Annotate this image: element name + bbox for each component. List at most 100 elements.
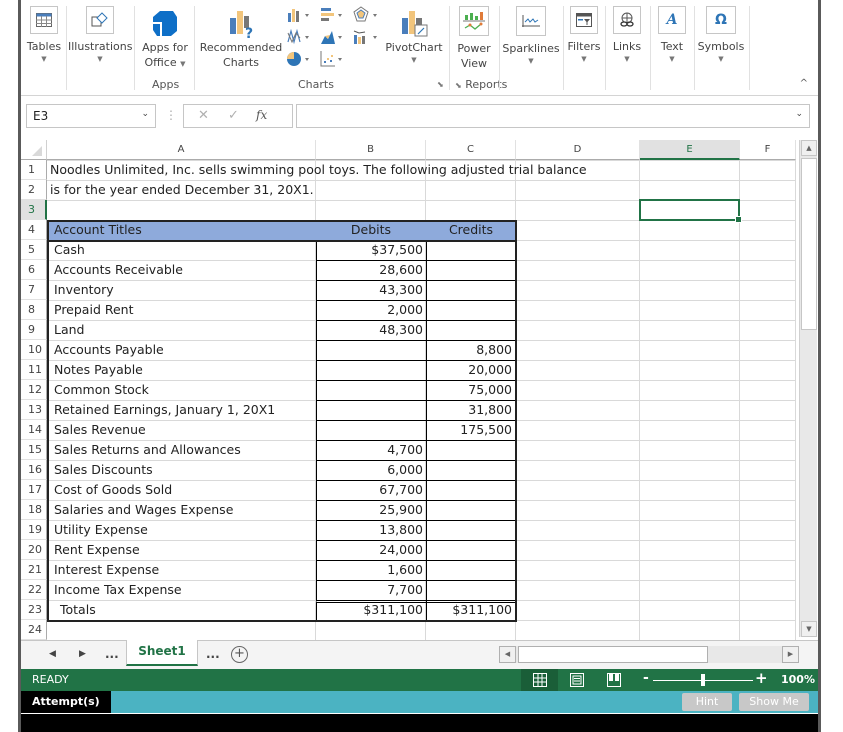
row-header-11[interactable]: 11 (21, 360, 47, 380)
recommended-charts-button[interactable]: ? Recommended Charts (199, 6, 283, 70)
enter-icon[interactable]: ✓ (228, 108, 239, 123)
expand-formula-bar-icon[interactable]: ⌄ (795, 109, 803, 119)
credit-value[interactable]: 175,500 (426, 420, 515, 440)
row-header-7[interactable]: 7 (21, 280, 47, 300)
header-account-titles[interactable]: Account Titles (51, 220, 145, 240)
dialog-launcher-icon[interactable]: ⬊ (437, 80, 444, 89)
vertical-scroll-thumb[interactable] (801, 158, 817, 330)
account-title[interactable]: Utility Expense (51, 520, 151, 540)
horizontal-scrollbar[interactable]: ◀ ▶ (499, 646, 799, 663)
more-sheets-left[interactable]: ... (105, 647, 119, 661)
debit-value[interactable]: $37,500 (316, 240, 426, 260)
page-break-view-button[interactable] (595, 669, 632, 691)
row-header-13[interactable]: 13 (21, 400, 47, 420)
links-button[interactable]: Links ▼ (610, 6, 644, 64)
row-header-9[interactable]: 9 (21, 320, 47, 340)
row-header-3[interactable]: 3 (21, 200, 47, 220)
vertical-scrollbar[interactable]: ▲ ▼ (799, 140, 817, 637)
debit-value[interactable]: 13,800 (316, 520, 426, 540)
radar-chart-button[interactable] (353, 6, 383, 28)
cancel-icon[interactable]: ✕ (198, 108, 209, 123)
sheet-tab-sheet1[interactable]: Sheet1 (126, 640, 198, 666)
row-header-18[interactable]: 18 (21, 500, 47, 520)
total-credits[interactable]: $311,100 (426, 600, 515, 620)
row-header-5[interactable]: 5 (21, 240, 47, 260)
account-title[interactable]: Retained Earnings, January 1, 20X1 (51, 400, 278, 420)
account-title[interactable]: Inventory (51, 280, 117, 300)
debit-value[interactable]: 28,600 (316, 260, 426, 280)
debit-value[interactable]: 43,300 (316, 280, 426, 300)
horizontal-scroll-thumb[interactable] (518, 646, 708, 663)
formula-input[interactable]: ⌄ (296, 104, 810, 128)
row-header-17[interactable]: 17 (21, 480, 47, 500)
row-header-4[interactable]: 4 (21, 220, 47, 240)
add-sheet-icon[interactable]: + (231, 646, 248, 663)
account-title[interactable]: Sales Revenue (51, 420, 149, 440)
header-debits[interactable]: Debits (316, 220, 426, 240)
debit-value[interactable]: 24,000 (316, 540, 426, 560)
account-title[interactable]: Land (51, 320, 87, 340)
symbols-button[interactable]: Ω Symbols ▼ (697, 6, 745, 64)
page-layout-view-button[interactable] (558, 669, 595, 691)
scroll-down-icon[interactable]: ▼ (801, 621, 817, 637)
scatter-chart-button[interactable] (320, 50, 348, 72)
debit-value[interactable]: 25,900 (316, 500, 426, 520)
intro-text-line2[interactable]: is for the year ended December 31, 20X1. (47, 180, 317, 200)
bar-chart-button[interactable] (320, 6, 348, 28)
column-chart-button[interactable] (287, 6, 315, 28)
row-header-14[interactable]: 14 (21, 420, 47, 440)
account-title[interactable]: Notes Payable (51, 360, 146, 380)
account-title[interactable]: Rent Expense (51, 540, 143, 560)
row-header-10[interactable]: 10 (21, 340, 47, 360)
row-header-6[interactable]: 6 (21, 260, 47, 280)
zoom-slider-thumb[interactable] (701, 674, 705, 686)
combo-chart-button[interactable] (353, 28, 383, 50)
pivotchart-button[interactable]: PivotChart ▼ (384, 6, 444, 65)
zoom-out-button[interactable]: - (643, 670, 649, 686)
account-title[interactable]: Cost of Goods Sold (51, 480, 175, 500)
credit-value[interactable]: 31,800 (426, 400, 515, 420)
credit-value[interactable]: 8,800 (426, 340, 515, 360)
debit-value[interactable]: 2,000 (316, 300, 426, 320)
select-all-corner[interactable] (21, 140, 47, 160)
column-header-b[interactable]: B (316, 140, 426, 160)
row-header-15[interactable]: 15 (21, 440, 47, 460)
line-chart-button[interactable] (287, 28, 315, 50)
row-header-16[interactable]: 16 (21, 460, 47, 480)
account-title[interactable]: Salaries and Wages Expense (51, 500, 236, 520)
account-title[interactable]: Prepaid Rent (51, 300, 137, 320)
debit-value[interactable]: 67,700 (316, 480, 426, 500)
total-debits[interactable]: $311,100 (316, 600, 426, 620)
row-header-24[interactable]: 24 (21, 620, 47, 640)
account-title[interactable]: Accounts Payable (51, 340, 167, 360)
debit-value[interactable]: 1,600 (316, 560, 426, 580)
scroll-up-icon[interactable]: ▲ (801, 140, 817, 156)
account-title[interactable]: Income Tax Expense (51, 580, 185, 600)
spreadsheet-grid[interactable]: A B C D E F 1 2 3 4 5 6 7 8 9 10 11 12 13 14 15 16 17 18 19 20 21 2… (21, 140, 796, 640)
next-sheet-icon[interactable]: ▶ (79, 649, 86, 659)
credit-value[interactable]: 75,000 (426, 380, 515, 400)
name-box[interactable]: E3 ⌄ (26, 104, 156, 128)
row-header-2[interactable]: 2 (21, 180, 47, 200)
selected-cell-e3[interactable] (639, 199, 742, 223)
debit-value[interactable]: 48,300 (316, 320, 426, 340)
account-title[interactable]: Sales Discounts (51, 460, 156, 480)
prev-sheet-icon[interactable]: ◀ (49, 649, 56, 659)
debit-value[interactable]: 4,700 (316, 440, 426, 460)
text-button[interactable]: A Text ▼ (656, 6, 688, 64)
account-title[interactable]: Common Stock (51, 380, 152, 400)
tables-button[interactable]: Tables ▼ (25, 6, 63, 64)
normal-view-button[interactable] (521, 669, 558, 691)
pie-chart-button[interactable] (287, 50, 315, 72)
collapse-ribbon-icon[interactable]: ^ (800, 78, 808, 89)
formula-bar-grip-icon[interactable]: ⋮ (165, 108, 177, 122)
row-header-1[interactable]: 1 (21, 160, 47, 180)
row-header-21[interactable]: 21 (21, 560, 47, 580)
column-header-c[interactable]: C (426, 140, 516, 160)
debit-value[interactable]: 7,700 (316, 580, 426, 600)
intro-text-line1[interactable]: Noodles Unlimited, Inc. sells swimming p… (47, 160, 590, 180)
credit-value[interactable]: 20,000 (426, 360, 515, 380)
header-credits[interactable]: Credits (426, 220, 516, 240)
scroll-left-icon[interactable]: ◀ (499, 646, 516, 663)
apps-for-office-button[interactable]: Apps for Office ▼ (138, 6, 192, 72)
